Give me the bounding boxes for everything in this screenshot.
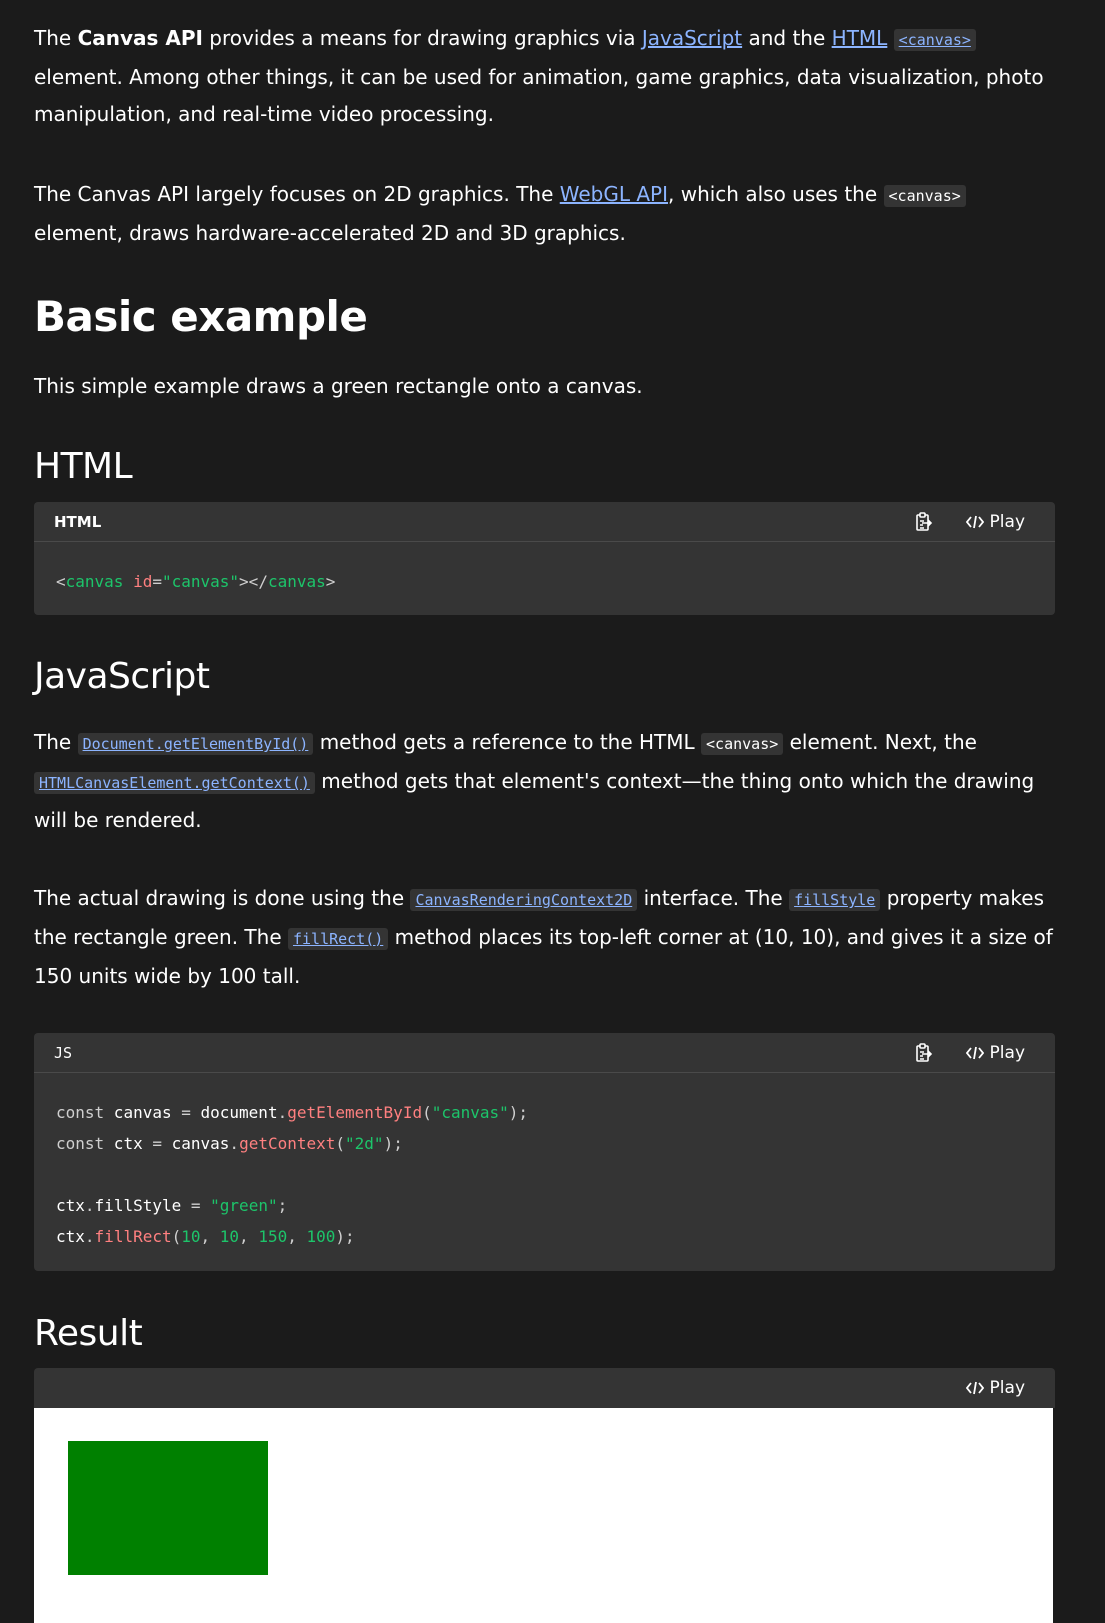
code-icon bbox=[965, 1046, 984, 1060]
result-heading: Result bbox=[34, 1313, 143, 1354]
play-button[interactable]: Play bbox=[965, 511, 1025, 533]
javascript-heading: JavaScript bbox=[34, 656, 210, 697]
js-code-block: JS Play const canvas = document.getEleme… bbox=[34, 1033, 1055, 1271]
fillrect-link[interactable]: fillRect() bbox=[287, 928, 389, 950]
text: interface. The bbox=[637, 886, 790, 910]
js-code: const canvas = document.getElementById("… bbox=[56, 1103, 529, 1246]
code-language-label: JS bbox=[54, 1044, 73, 1062]
text: The bbox=[34, 730, 78, 754]
green-rectangle bbox=[68, 1441, 269, 1575]
javascript-paragraph-2: The actual drawing is done using the Can… bbox=[34, 880, 1054, 995]
html-link[interactable]: HTML bbox=[832, 26, 888, 50]
getcontext-link[interactable]: HTMLCanvasElement.getContext() bbox=[34, 772, 315, 794]
javascript-paragraph-1: The Document.getElementById() method get… bbox=[34, 724, 1054, 839]
html-code: <canvas id="canvas"></canvas> bbox=[56, 572, 336, 591]
play-button[interactable]: Play bbox=[965, 1042, 1025, 1064]
text: provides a means for drawing graphics vi… bbox=[202, 26, 642, 50]
play-label: Play bbox=[989, 1043, 1025, 1063]
canvasrenderingcontext2d-link[interactable]: CanvasRenderingContext2D bbox=[410, 889, 638, 911]
bold-text: Canvas API bbox=[77, 26, 203, 50]
result-frame bbox=[34, 1408, 1053, 1623]
html-heading: HTML bbox=[34, 446, 133, 487]
basic-example-description: This simple example draws a green rectan… bbox=[34, 374, 643, 398]
canvas-element-link[interactable]: <canvas> bbox=[893, 29, 976, 51]
intro-paragraph-1: The Canvas API provides a means for draw… bbox=[34, 20, 1054, 133]
code-language-label: HTML bbox=[54, 513, 102, 531]
text: method gets a reference to the HTML bbox=[313, 730, 702, 754]
text: element. Next, the bbox=[783, 730, 977, 754]
basic-example-heading: Basic example bbox=[34, 292, 368, 341]
canvas-code: <canvas> bbox=[883, 185, 966, 207]
canvas-code: <canvas> bbox=[701, 733, 784, 755]
text: , which also uses the bbox=[668, 182, 884, 206]
webgl-api-link[interactable]: WebGL API bbox=[560, 182, 668, 206]
copy-icon[interactable] bbox=[913, 1042, 935, 1064]
code-icon bbox=[965, 515, 984, 529]
intro-paragraph-2: The Canvas API largely focuses on 2D gra… bbox=[34, 176, 1054, 252]
play-button[interactable]: Play bbox=[965, 1377, 1025, 1399]
text: The Canvas API largely focuses on 2D gra… bbox=[34, 182, 560, 206]
copy-icon[interactable] bbox=[913, 511, 935, 533]
code-block-header: HTML Play bbox=[34, 502, 1055, 542]
fillstyle-link[interactable]: fillStyle bbox=[789, 889, 881, 911]
result-header: Play bbox=[34, 1368, 1055, 1408]
text: element, draws hardware-accelerated 2D a… bbox=[34, 221, 626, 245]
code-icon bbox=[965, 1381, 984, 1395]
text: element. Among other things, it can be u… bbox=[34, 65, 1044, 126]
html-code-block: HTML Play <canvas id="canvas"></canvas> bbox=[34, 502, 1055, 615]
play-label: Play bbox=[989, 512, 1025, 532]
text: The bbox=[34, 26, 78, 50]
getelementbyid-link[interactable]: Document.getElementById() bbox=[77, 733, 314, 755]
text: The actual drawing is done using the bbox=[34, 886, 411, 910]
play-label: Play bbox=[989, 1378, 1025, 1398]
javascript-link[interactable]: JavaScript bbox=[642, 26, 742, 50]
code-block-header: JS Play bbox=[34, 1033, 1055, 1073]
page: The Canvas API provides a means for draw… bbox=[0, 0, 1105, 1623]
text: and the bbox=[742, 26, 832, 50]
